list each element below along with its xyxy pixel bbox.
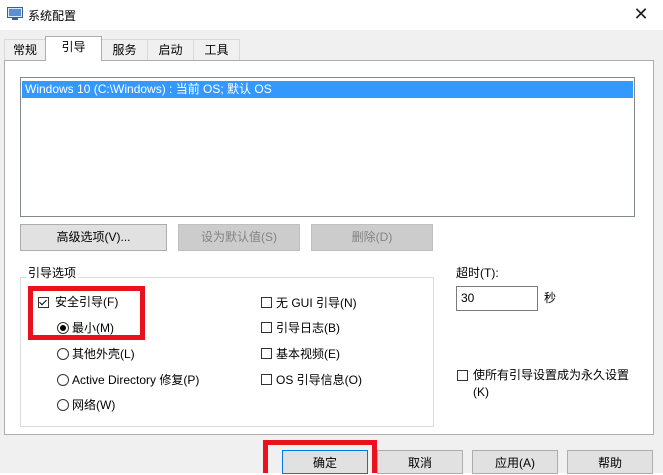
alternate-shell-radio[interactable]: [57, 348, 69, 360]
tab-services[interactable]: 服务: [101, 39, 148, 60]
alternate-shell-label: 其他外壳(L): [72, 347, 135, 361]
system-config-icon: [7, 7, 23, 20]
timeout-input[interactable]: 30: [456, 286, 538, 311]
timeout-unit: 秒: [544, 291, 557, 305]
tab-tools[interactable]: 工具: [193, 39, 240, 60]
boot-log-label: 引导日志(B): [276, 321, 340, 335]
delete-button[interactable]: 删除(D): [311, 224, 433, 251]
tab-startup[interactable]: 启动: [147, 39, 194, 60]
tab-boot[interactable]: 引导: [45, 36, 102, 61]
close-button[interactable]: ✕: [628, 2, 654, 26]
os-boot-info-checkbox[interactable]: [261, 374, 272, 385]
timeout-label: 超时(T):: [456, 266, 499, 280]
apply-button[interactable]: 应用(A): [472, 450, 558, 474]
make-permanent-label: 使所有引导设置成为永久设置: [473, 368, 630, 382]
no-gui-boot-label: 无 GUI 引导(N): [276, 296, 357, 310]
boot-options-label: 引导选项: [26, 264, 79, 281]
os-boot-info-label: OS 引导信息(O): [276, 373, 362, 387]
highlight-box-safe-boot: [28, 286, 145, 340]
make-permanent-checkbox[interactable]: [457, 370, 468, 381]
boot-log-checkbox[interactable]: [261, 322, 272, 333]
network-radio[interactable]: [57, 399, 69, 411]
title-bar: 系统配置 ✕: [0, 0, 663, 30]
base-video-checkbox[interactable]: [261, 348, 272, 359]
set-default-button[interactable]: 设为默认值(S): [178, 224, 300, 251]
cancel-button[interactable]: 取消: [377, 450, 463, 474]
os-list-item[interactable]: Windows 10 (C:\Windows) : 当前 OS; 默认 OS: [22, 81, 633, 98]
tab-general[interactable]: 常规: [4, 39, 46, 60]
network-label: 网络(W): [72, 398, 116, 412]
ad-repair-label: Active Directory 修复(P): [72, 373, 200, 387]
highlight-box-ok: [263, 440, 377, 473]
window-title: 系统配置: [28, 9, 77, 23]
base-video-label: 基本视频(E): [276, 347, 340, 361]
close-icon: ✕: [633, 4, 649, 24]
no-gui-boot-checkbox[interactable]: [261, 297, 272, 308]
help-button[interactable]: 帮助: [567, 450, 653, 474]
advanced-options-button[interactable]: 高级选项(V)...: [20, 224, 167, 251]
ad-repair-radio[interactable]: [57, 374, 69, 386]
make-permanent-shortcut: (K): [473, 385, 489, 399]
boot-os-list[interactable]: Windows 10 (C:\Windows) : 当前 OS; 默认 OS: [20, 77, 635, 217]
